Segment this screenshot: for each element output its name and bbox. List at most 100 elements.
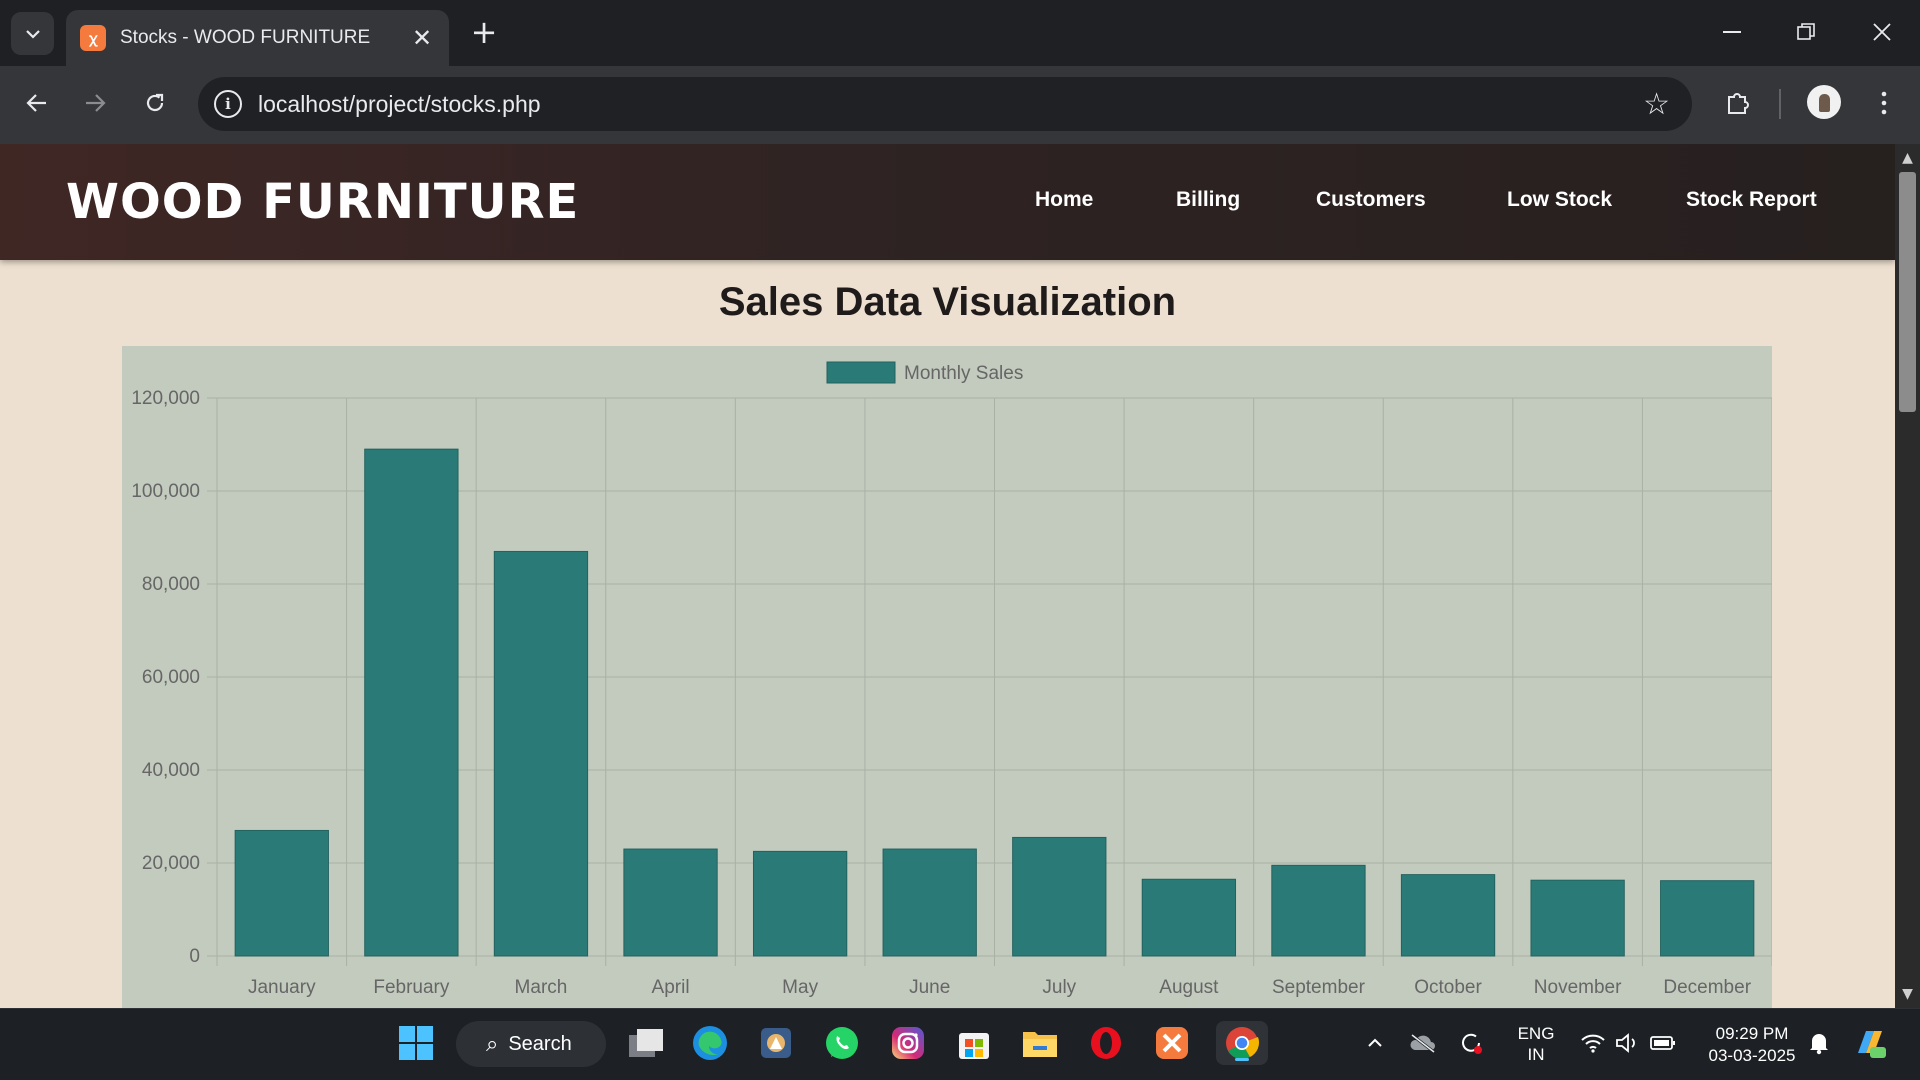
edge-browser-icon[interactable] bbox=[688, 1021, 732, 1065]
chrome-logo-icon bbox=[1226, 1027, 1260, 1060]
arrow-left-icon bbox=[26, 94, 46, 112]
bar-october bbox=[1400, 874, 1496, 957]
site-brand[interactable]: WOOD FURNITURE bbox=[66, 174, 579, 230]
scroll-up-arrow-icon[interactable]: ▲ bbox=[1895, 148, 1920, 168]
nav-low-stock[interactable]: Low Stock bbox=[1507, 188, 1612, 212]
xampp-logo-icon bbox=[1156, 1027, 1188, 1059]
legend-label: Monthly Sales bbox=[904, 363, 1023, 384]
search-icon: ⌕ bbox=[486, 1031, 499, 1057]
browser-toolbar: i localhost/project/stocks.php ☆ bbox=[0, 66, 1920, 144]
site-info-icon[interactable]: i bbox=[214, 90, 242, 118]
y-tick-label: 60,000 bbox=[142, 667, 200, 688]
sync-icon[interactable] bbox=[1456, 1021, 1486, 1065]
chrome-browser-icon[interactable] bbox=[1216, 1021, 1268, 1065]
tray-overflow-chevron-icon[interactable] bbox=[1360, 1021, 1390, 1065]
microsoft-store-icon[interactable] bbox=[952, 1021, 996, 1065]
bar-april bbox=[623, 848, 718, 957]
tab-search-button[interactable] bbox=[11, 12, 54, 55]
clock-date: 03-03-2025 bbox=[1708, 1046, 1796, 1065]
volume-icon[interactable] bbox=[1612, 1021, 1642, 1065]
instagram-logo-icon bbox=[892, 1027, 924, 1059]
back-button[interactable] bbox=[15, 81, 59, 125]
bar-august bbox=[1141, 878, 1237, 957]
file-explorer-icon[interactable] bbox=[1018, 1021, 1062, 1065]
x-tick-label: February bbox=[373, 977, 450, 998]
address-bar[interactable]: i localhost/project/stocks.php ☆ bbox=[198, 77, 1692, 131]
x-tick-label: June bbox=[909, 977, 950, 998]
language-secondary: IN bbox=[1527, 1045, 1545, 1064]
onedrive-icon[interactable] bbox=[1408, 1021, 1438, 1065]
forward-button[interactable] bbox=[73, 81, 117, 125]
nav-home[interactable]: Home bbox=[1035, 188, 1093, 212]
browser-tabstrip: ꭓ Stocks - WOOD FURNITURE ✕ + bbox=[0, 0, 1920, 66]
scroll-thumb[interactable] bbox=[1899, 172, 1916, 412]
windows-logo-icon bbox=[399, 1026, 433, 1060]
arrow-right-icon bbox=[86, 94, 106, 112]
tab-close-icon[interactable]: ✕ bbox=[407, 23, 437, 53]
chevron-up-icon bbox=[1368, 1038, 1382, 1047]
x-tick-label: March bbox=[515, 977, 568, 998]
minimize-button[interactable] bbox=[1704, 8, 1760, 56]
bar-may bbox=[752, 850, 848, 957]
x-tick-label: September bbox=[1272, 977, 1366, 998]
task-view-glyph-icon bbox=[629, 1029, 663, 1057]
wifi-icon[interactable] bbox=[1578, 1021, 1608, 1065]
wifi-signal-icon bbox=[1581, 1034, 1605, 1053]
more-vertical-icon bbox=[1881, 91, 1887, 115]
sales-chart-card: 0 20,000 40,000 60,000 80,000 100,000 120,000 J… bbox=[122, 346, 1772, 1008]
clock-time: 09:29 PM bbox=[1715, 1024, 1789, 1043]
refresh-alert-icon bbox=[1462, 1033, 1482, 1054]
edge-logo-icon bbox=[693, 1026, 727, 1060]
instagram-icon[interactable] bbox=[886, 1021, 930, 1065]
extensions-button[interactable] bbox=[1716, 81, 1760, 125]
taskbar-search[interactable]: ⌕ Search bbox=[456, 1021, 606, 1067]
x-tick-label: April bbox=[652, 977, 690, 998]
language-indicator[interactable]: ENG IN bbox=[1510, 1023, 1562, 1065]
clock[interactable]: 09:29 PM 03-03-2025 bbox=[1692, 1023, 1812, 1067]
task-view-icon[interactable] bbox=[624, 1021, 668, 1065]
notification-bell-icon[interactable] bbox=[1804, 1021, 1834, 1065]
battery-level-icon bbox=[1650, 1036, 1675, 1050]
y-tick-label: 80,000 bbox=[142, 574, 200, 595]
copilot-logo-icon bbox=[1858, 1031, 1886, 1058]
store-bag-icon bbox=[959, 1033, 989, 1059]
copilot-icon[interactable] bbox=[1850, 1021, 1890, 1065]
nav-customers[interactable]: Customers bbox=[1316, 188, 1426, 212]
url-text[interactable]: localhost/project/stocks.php bbox=[258, 91, 541, 118]
new-tab-button[interactable]: + bbox=[466, 13, 502, 51]
windows-start-icon[interactable] bbox=[394, 1021, 438, 1065]
language-primary: ENG bbox=[1517, 1024, 1555, 1043]
folder-icon bbox=[1023, 1032, 1057, 1057]
opera-browser-icon[interactable] bbox=[1084, 1021, 1128, 1065]
bookmark-star-icon[interactable]: ☆ bbox=[1643, 87, 1670, 122]
bar-december bbox=[1660, 880, 1755, 957]
bar-july bbox=[1012, 836, 1107, 957]
nav-stock-report[interactable]: Stock Report bbox=[1686, 188, 1817, 212]
battery-icon[interactable] bbox=[1648, 1021, 1678, 1065]
x-tick-label: January bbox=[248, 977, 316, 998]
nav-billing[interactable]: Billing bbox=[1176, 188, 1240, 212]
profile-avatar[interactable] bbox=[1807, 85, 1841, 119]
xampp-favicon-icon: ꭓ bbox=[80, 25, 106, 51]
whatsapp-logo-icon bbox=[826, 1027, 858, 1059]
photos-app-icon[interactable] bbox=[754, 1021, 798, 1065]
page-scrollbar[interactable]: ▲ ▼ bbox=[1895, 144, 1920, 1008]
bell-icon bbox=[1810, 1034, 1828, 1055]
reload-button[interactable] bbox=[133, 81, 177, 125]
page-title: Sales Data Visualization bbox=[718, 280, 1177, 324]
restore-icon bbox=[1797, 23, 1815, 40]
xampp-icon[interactable] bbox=[1150, 1021, 1194, 1065]
opera-logo-icon bbox=[1091, 1027, 1121, 1059]
x-tick-label: August bbox=[1159, 977, 1219, 998]
close-window-button[interactable] bbox=[1854, 8, 1910, 56]
browser-tab-active[interactable]: ꭓ Stocks - WOOD FURNITURE ✕ bbox=[66, 10, 449, 66]
whatsapp-icon[interactable] bbox=[820, 1021, 864, 1065]
legend-swatch bbox=[826, 361, 896, 384]
tab-title: Stocks - WOOD FURNITURE bbox=[120, 27, 371, 48]
bar-september bbox=[1271, 864, 1366, 957]
x-tick-label: July bbox=[1042, 977, 1076, 998]
restore-button[interactable] bbox=[1778, 8, 1834, 56]
browser-menu-button[interactable] bbox=[1862, 81, 1906, 125]
y-tick-label: 20,000 bbox=[142, 853, 200, 874]
scroll-down-arrow-icon[interactable]: ▼ bbox=[1895, 984, 1920, 1004]
